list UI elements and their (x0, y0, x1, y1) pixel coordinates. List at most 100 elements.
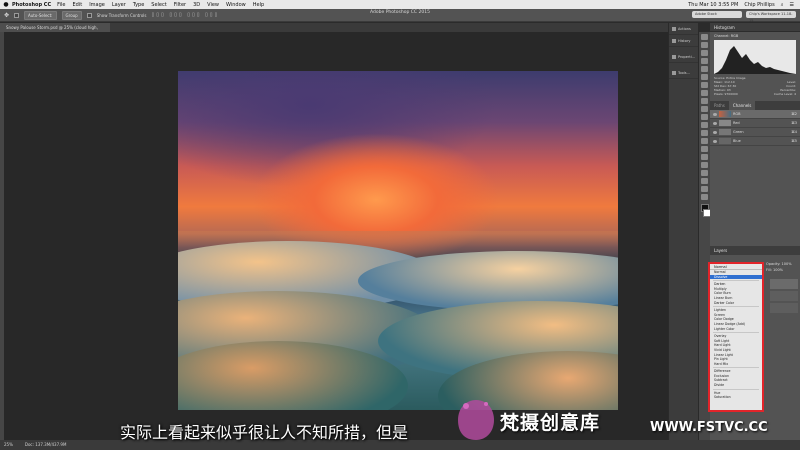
eye-icon[interactable] (713, 121, 717, 125)
menu-separator (713, 331, 759, 334)
fill-value: 100% (772, 268, 783, 272)
search-icon[interactable]: ⌕ (781, 2, 784, 8)
options-bar: ✥ Auto-Select: Group Show Transform Cont… (0, 9, 800, 23)
histogram-panel-tab[interactable]: Histogram (710, 23, 800, 32)
menu-filter[interactable]: Filter (174, 2, 186, 8)
channel-row-green[interactable]: Green ⌘4 (710, 128, 800, 137)
eraser-tool[interactable] (701, 114, 708, 120)
channel-shortcut: ⌘3 (791, 121, 797, 125)
channels-tabs: Paths Channels (710, 101, 800, 110)
dock-actions[interactable]: Actions (669, 23, 698, 35)
move-tool-icon[interactable]: ✥ (4, 12, 9, 19)
tools-icon (672, 70, 676, 75)
zoom-tool[interactable] (701, 186, 708, 192)
hand-tool[interactable] (701, 178, 708, 184)
channel-thumbnail (719, 120, 731, 126)
healing-tool[interactable] (701, 82, 708, 88)
document-image[interactable] (178, 71, 618, 410)
menubar-status-area: Thu Mar 10 3:55 PM Chip Phillips ⌕ ☰ (688, 0, 794, 9)
path-select-tool[interactable] (701, 162, 708, 168)
layer-row[interactable] (770, 303, 798, 313)
layer-row[interactable] (770, 291, 798, 301)
show-transform-label: Show Transform Controls (96, 12, 147, 18)
clone-stamp-tool[interactable] (701, 98, 708, 104)
dock-label: Properti... (678, 54, 696, 59)
fill-control[interactable]: Fill: 100% (766, 267, 792, 273)
eyedropper-tool[interactable] (701, 74, 708, 80)
auto-select-checkbox[interactable] (14, 12, 20, 18)
channel-row-blue[interactable]: Blue ⌘5 (710, 137, 800, 146)
move-tool[interactable] (701, 34, 708, 40)
blur-tool[interactable] (701, 130, 708, 136)
dock-tools[interactable]: Tools... (669, 67, 698, 79)
dock-label: Actions (678, 26, 691, 31)
eye-icon[interactable] (713, 139, 717, 143)
blend-mode-item[interactable]: Saturation (710, 395, 762, 400)
watermark-logo-icon (458, 400, 494, 440)
dock-label: Tools... (678, 70, 690, 75)
layer-row[interactable] (770, 279, 798, 289)
auto-select-button[interactable]: Auto-Select: (24, 10, 57, 20)
histogram-graph (714, 40, 796, 74)
pen-tool[interactable] (701, 146, 708, 152)
doc-info[interactable]: Doc: 137.3M/437.9M (25, 440, 67, 450)
menu-help[interactable]: Help (253, 2, 264, 8)
menu-select[interactable]: Select (151, 2, 166, 8)
channel-thumbnail (719, 111, 731, 117)
history-brush-tool[interactable] (701, 106, 708, 112)
layers-panel-tab[interactable]: Layers (710, 246, 800, 255)
eye-icon[interactable] (713, 112, 717, 116)
history-icon (672, 38, 676, 43)
dodge-tool[interactable] (701, 138, 708, 144)
quick-select-tool[interactable] (701, 58, 708, 64)
menu-separator (713, 366, 759, 369)
align-icons[interactable]: ▯▯▯ ▯▯▯ ▯▯▯ ▯▯▯ (152, 12, 220, 18)
histogram-channel[interactable]: Channel: RGB (714, 34, 738, 38)
document-tab[interactable]: Snowy Palouse Storm.psd @ 25% (cloud hig… (0, 23, 110, 39)
menu-view[interactable]: View (207, 2, 219, 8)
menu-3d[interactable]: 3D (193, 2, 200, 8)
menu-layer[interactable]: Layer (112, 2, 126, 8)
lasso-tool[interactable] (701, 50, 708, 56)
search-field[interactable]: Adobe Stock (692, 11, 742, 18)
opacity-label: Opacity: (766, 262, 781, 266)
menu-edit[interactable]: Edit (73, 2, 83, 8)
workspace-switcher[interactable]: Chip's Workspace 11-18-15 (746, 11, 796, 23)
edit-toolbar-icon[interactable] (701, 194, 708, 200)
channel-shortcut: ⌘2 (791, 112, 797, 116)
tab-paths[interactable]: Paths (710, 101, 729, 110)
app-name-menu[interactable]: Photoshop CC (12, 2, 51, 8)
marquee-tool[interactable] (701, 42, 708, 48)
type-tool[interactable] (701, 154, 708, 160)
channel-row-red[interactable]: Red ⌘3 (710, 119, 800, 128)
actions-icon (672, 26, 676, 31)
options-bar-right: Adobe Stock Chip's Workspace 11-18-15 (692, 11, 796, 23)
crop-tool[interactable] (701, 66, 708, 72)
menu-file[interactable]: File (57, 2, 65, 8)
eye-icon[interactable] (713, 130, 717, 134)
properties-icon (672, 54, 676, 59)
channel-row-rgb[interactable]: RGB ⌘2 (710, 110, 800, 119)
zoom-level[interactable]: 25% (4, 440, 13, 450)
gradient-tool[interactable] (701, 122, 708, 128)
menu-list-icon[interactable]: ☰ (790, 2, 794, 8)
menu-separator (713, 388, 759, 390)
menu-separator (713, 305, 759, 308)
dock-properties[interactable]: Properti... (669, 51, 698, 63)
tab-channels[interactable]: Channels (728, 101, 756, 110)
blend-mode-menu[interactable]: Normal Normal Dissolve Darken Multiply Color … (708, 262, 764, 412)
dock-history[interactable]: History (669, 35, 698, 47)
brush-tool[interactable] (701, 90, 708, 96)
shape-tool[interactable] (701, 170, 708, 176)
document-tab-bar: Snowy Palouse Storm.psd @ 25% (cloud hig… (0, 23, 668, 39)
channel-name: Green (733, 130, 744, 134)
group-dropdown[interactable]: Group (61, 10, 82, 20)
show-transform-checkbox[interactable] (86, 12, 92, 18)
menu-image[interactable]: Image (89, 2, 105, 8)
menu-type[interactable]: Type (133, 2, 144, 8)
channel-shortcut: ⌘4 (791, 130, 797, 134)
user-name[interactable]: Chip Phillips (744, 2, 774, 8)
watermark-url: WWW.FSTVC.CC (650, 420, 768, 435)
apple-icon[interactable]: ● (0, 1, 12, 8)
menu-window[interactable]: Window (226, 2, 246, 8)
